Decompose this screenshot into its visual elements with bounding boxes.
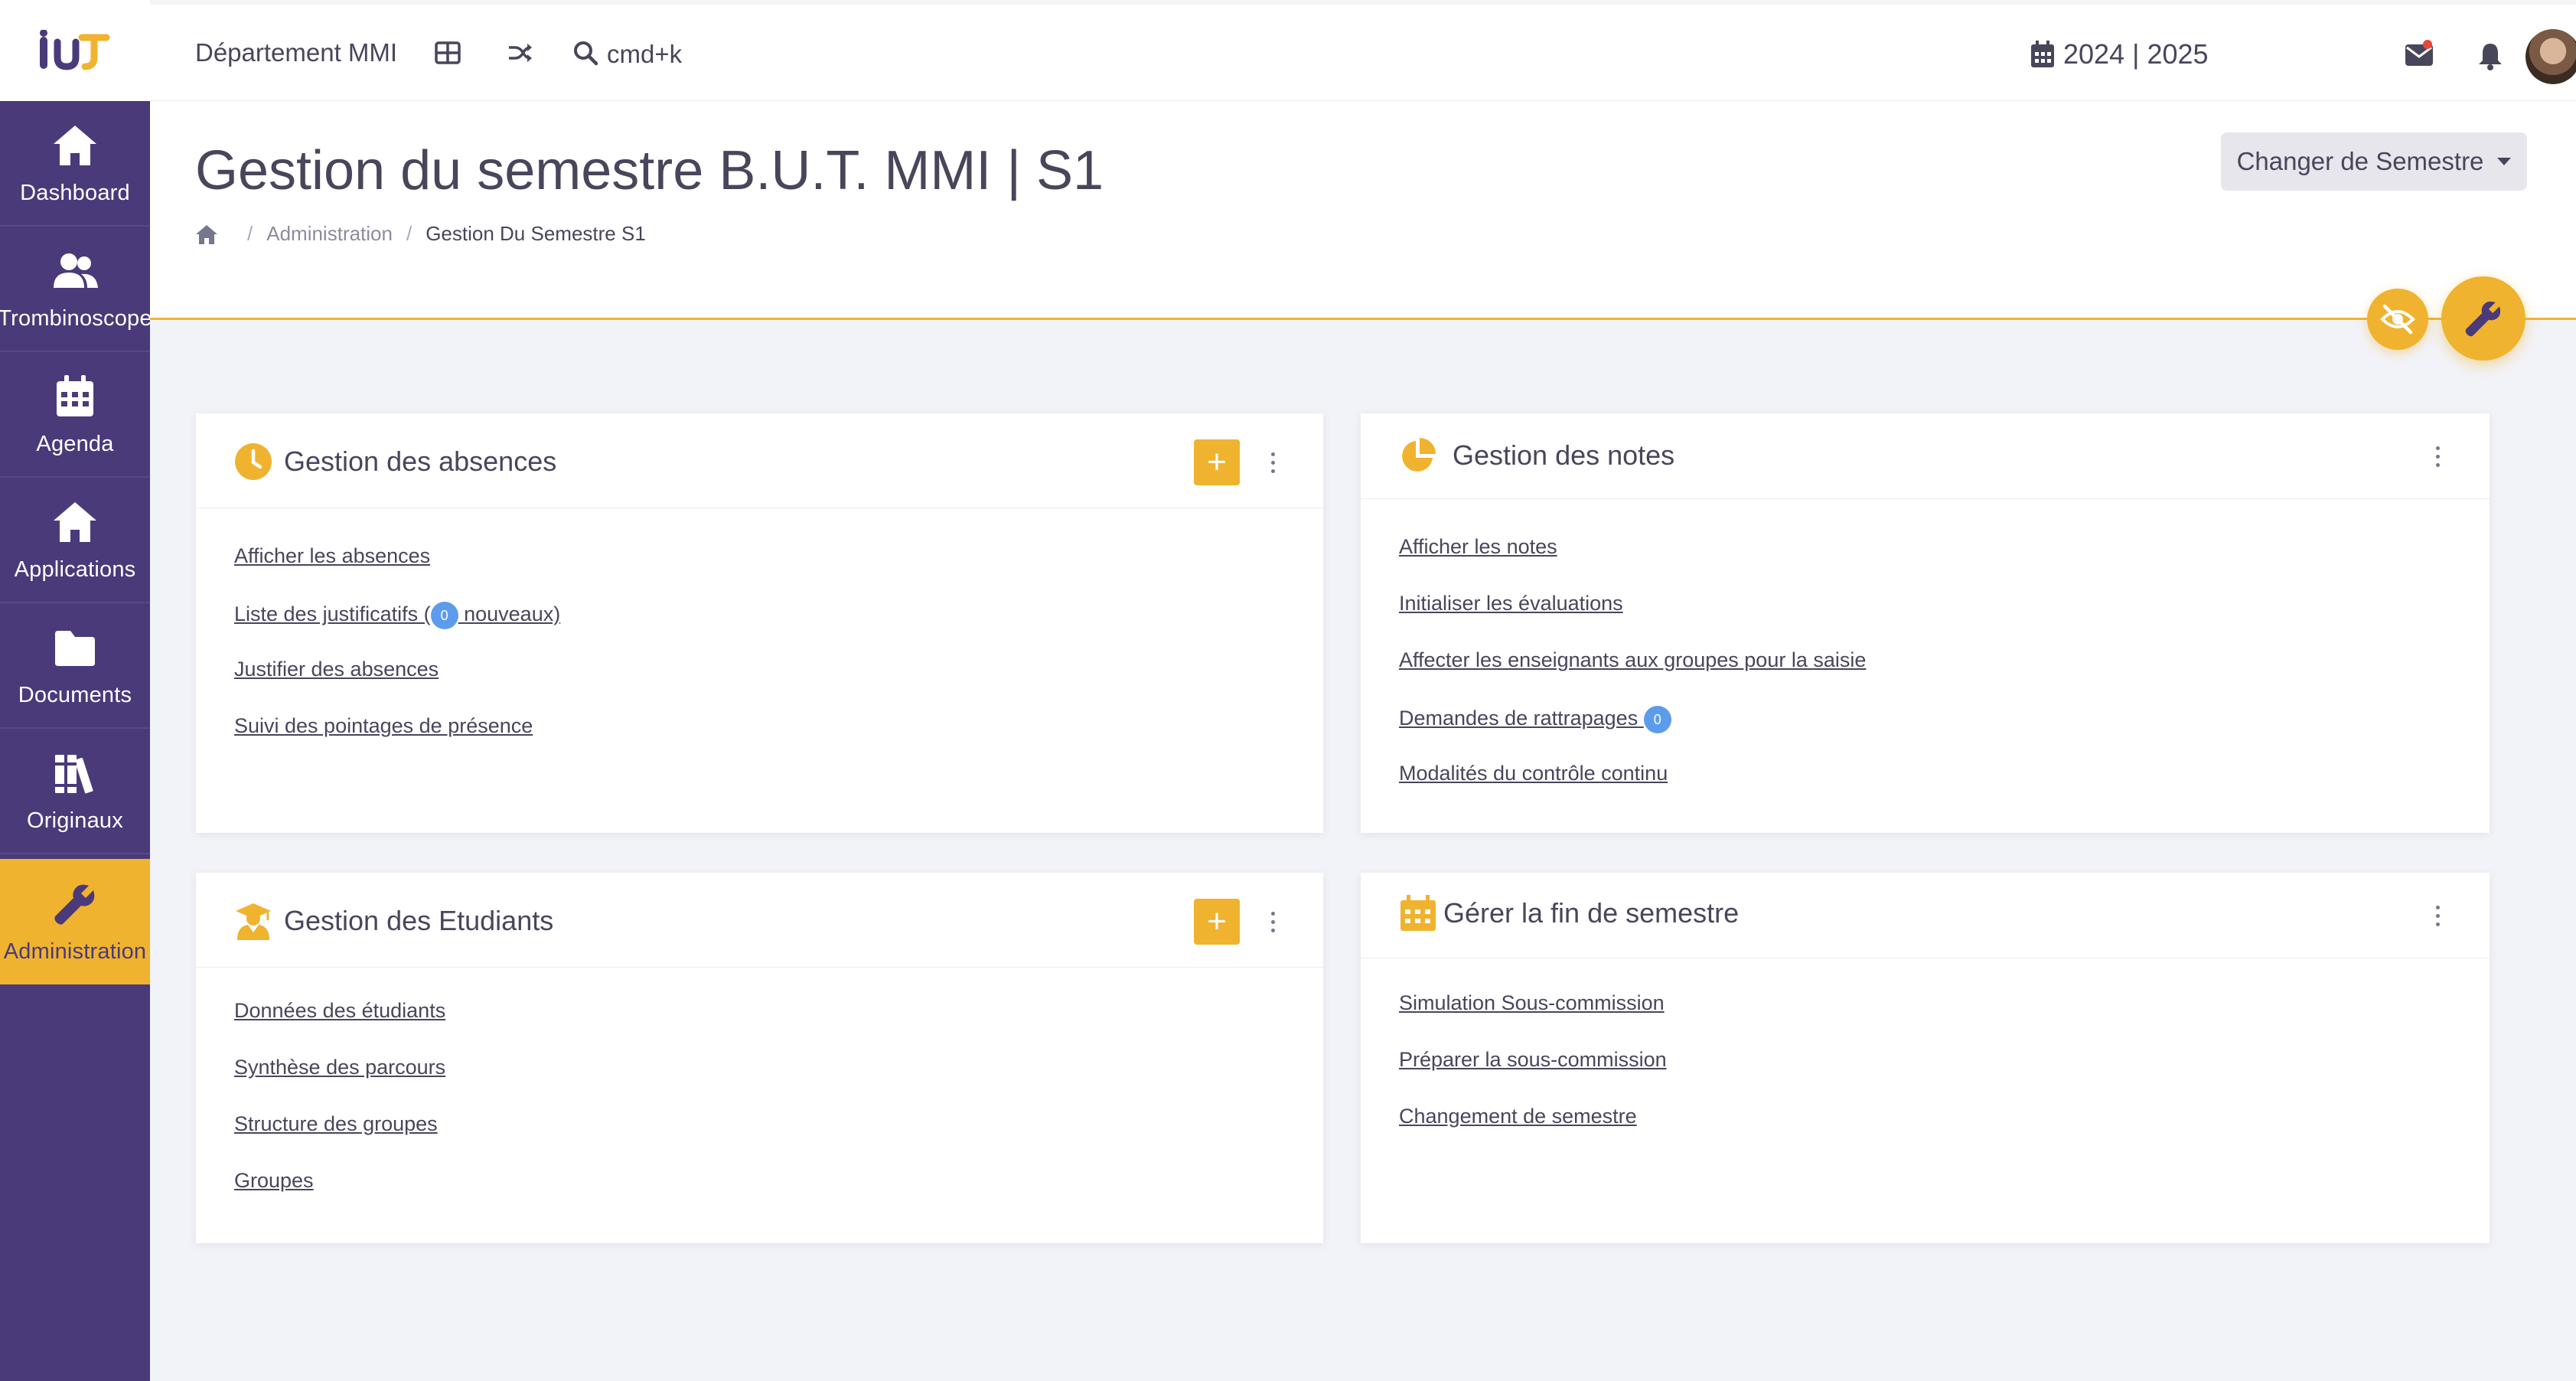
more-options-icon[interactable] [1265, 444, 1280, 481]
avatar[interactable] [2525, 29, 2576, 84]
link-initialiser-evaluations[interactable]: Initialiser les évaluations [1399, 592, 1866, 649]
link-preparer-sous-commission[interactable]: Préparer la sous-commission [1399, 1048, 1667, 1105]
card-title: Gestion des absences [284, 446, 557, 477]
card-notes: Gestion des notes Afficher les notes Ini… [1361, 413, 2490, 833]
link-changement-semestre[interactable]: Changement de semestre [1399, 1105, 1667, 1162]
link-synthese-parcours[interactable]: Synthèse des parcours [234, 1056, 445, 1113]
department-name[interactable]: Département MMI [195, 38, 397, 67]
graduate-icon [236, 903, 271, 940]
sidebar-item-label: Agenda [36, 431, 114, 456]
link-simulation-sous-commission[interactable]: Simulation Sous-commission [1399, 991, 1667, 1049]
link-text: Liste des justificatifs ( [234, 602, 431, 626]
wrench-icon [2465, 301, 2501, 337]
link-modalites-controle[interactable]: Modalités du contrôle continu [1399, 762, 1866, 819]
link-liste-justificatifs[interactable]: Liste des justificatifs (0 nouveaux) [234, 602, 560, 658]
home-icon [54, 125, 96, 165]
card-absences: Gestion des absences + Afficher les abse… [196, 413, 1323, 833]
link-text: nouveaux) [464, 602, 561, 626]
topbar: Département MMI cmd+k 2024 | 2025 [150, 0, 2576, 101]
home-icon [54, 501, 96, 542]
card-links: Simulation Sous-commission Préparer la s… [1399, 991, 1667, 1162]
wrench-icon [54, 884, 95, 925]
search-shortcut[interactable]: cmd+k [607, 40, 682, 69]
link-structure-groupes[interactable]: Structure des groupes [234, 1112, 445, 1170]
breadcrumb-separator: / [406, 222, 412, 245]
iut-logo-icon [40, 30, 110, 70]
shuffle-icon[interactable] [506, 38, 535, 67]
home-icon[interactable] [195, 224, 218, 245]
calendar-icon [1400, 895, 1436, 931]
card-header: Gestion des Etudiants + [196, 873, 1323, 968]
sidebar: Dashboard Trombinoscope Agenda Applicati… [0, 0, 152, 1381]
admin-tools-button[interactable] [2441, 276, 2525, 361]
card-header: Gestion des notes [1361, 413, 2490, 499]
breadcrumb-item[interactable]: Administration [266, 222, 393, 246]
folder-icon [55, 630, 95, 666]
academic-year[interactable]: 2024 | 2025 [2063, 38, 2209, 70]
app-logo[interactable] [0, 0, 150, 101]
more-options-icon[interactable] [1265, 903, 1280, 940]
card-links: Afficher les absences Liste des justific… [234, 544, 560, 772]
page-title: Gestion du semestre B.U.T. MMI | S1 [195, 140, 1104, 201]
bell-icon[interactable] [2477, 41, 2504, 70]
card-title: Gestion des notes [1453, 439, 1675, 471]
card-header: Gestion des absences + [196, 413, 1323, 508]
page-header: Gestion du semestre B.U.T. MMI | S1 / Ad… [150, 101, 2576, 320]
sidebar-item-trombinoscope[interactable]: Trombinoscope [0, 227, 152, 352]
sidebar-item-label: Dashboard [20, 180, 130, 205]
add-student-button[interactable]: + [1194, 899, 1240, 945]
sidebar-item-label: Originaux [27, 808, 123, 833]
link-donnees-etudiants[interactable]: Données des étudiants [234, 999, 445, 1056]
card-title: Gestion des Etudiants [284, 905, 554, 936]
sidebar-item-administration[interactable]: Administration [0, 859, 150, 984]
calendar-icon [2031, 41, 2054, 67]
card-etudiants: Gestion des Etudiants + Données des étud… [196, 873, 1323, 1243]
toggle-visibility-button[interactable] [2367, 289, 2428, 350]
clock-icon [235, 443, 272, 480]
link-text: Demandes de rattrapages [1399, 707, 1639, 730]
count-badge: 0 [1643, 706, 1671, 733]
sidebar-item-originaux[interactable]: Originaux [0, 729, 150, 854]
sidebar-item-label: Administration [3, 939, 147, 964]
sidebar-item-agenda[interactable]: Agenda [0, 352, 150, 478]
link-afficher-notes[interactable]: Afficher les notes [1399, 535, 1866, 593]
link-justifier-absences[interactable]: Justifier des absences [234, 658, 560, 715]
more-options-icon[interactable] [2430, 897, 2445, 934]
eye-slash-icon [2380, 304, 2415, 335]
sidebar-item-label: Documents [18, 682, 132, 707]
link-suivi-pointages[interactable]: Suivi des pointages de présence [234, 714, 560, 772]
card-links: Afficher les notes Initialiser les évalu… [1399, 535, 1866, 819]
count-badge: 0 [430, 602, 458, 629]
sidebar-item-label: Trombinoscope [0, 305, 152, 331]
notification-dot [2423, 40, 2432, 49]
breadcrumb-current: Gestion Du Semestre S1 [426, 222, 646, 245]
caret-down-icon [2497, 158, 2512, 165]
card-links: Données des étudiants Synthèse des parco… [234, 999, 445, 1226]
link-groupes[interactable]: Groupes [234, 1169, 445, 1226]
books-icon [55, 754, 93, 793]
breadcrumb: / Administration / Gestion Du Semestre S… [195, 222, 646, 246]
breadcrumb-separator: / [247, 222, 253, 245]
change-semester-label: Changer de Semestre [2236, 147, 2484, 175]
more-options-icon[interactable] [2430, 438, 2445, 475]
card-header: Gérer la fin de semestre [1361, 873, 2490, 958]
calendar-icon [57, 374, 93, 416]
sidebar-item-documents[interactable]: Documents [0, 603, 150, 729]
add-absence-button[interactable]: + [1194, 439, 1240, 485]
card-fin-semestre: Gérer la fin de semestre Simulation Sous… [1361, 873, 2490, 1243]
link-afficher-absences[interactable]: Afficher les absences [234, 544, 560, 602]
grid-icon[interactable] [433, 38, 462, 67]
pie-chart-icon [1402, 438, 1436, 472]
sidebar-item-applications[interactable]: Applications [0, 478, 150, 603]
link-demandes-rattrapages[interactable]: Demandes de rattrapages 0 [1399, 706, 1866, 762]
sidebar-item-dashboard[interactable]: Dashboard [0, 101, 150, 227]
change-semester-button[interactable]: Changer de Semestre [2221, 132, 2527, 191]
sidebar-item-label: Applications [14, 557, 136, 582]
card-title: Gérer la fin de semestre [1443, 897, 1740, 929]
users-icon [54, 253, 98, 288]
link-affecter-enseignants[interactable]: Affecter les enseignants aux groupes pou… [1399, 648, 1866, 706]
search-icon[interactable] [572, 40, 598, 66]
